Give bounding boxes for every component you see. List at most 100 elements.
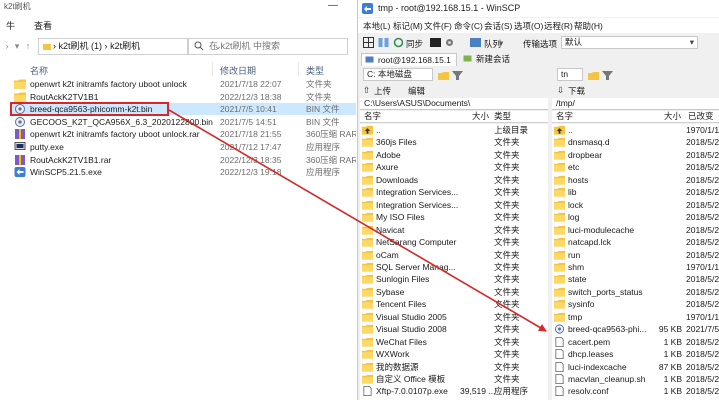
remote-file-row[interactable]: dnsmasq.d 2018/5/2 [552,136,719,149]
remote-file-row[interactable]: run 2018/5/2 [552,249,719,262]
folder-icon[interactable] [438,70,449,81]
menu-session[interactable]: 会话(S) [484,20,512,32]
chevron-down-icon[interactable]: ▾ [499,38,503,49]
menu-remote[interactable]: 远程(R) [544,20,573,32]
local-file-row[interactable]: Adobe 文件夹 [360,149,548,162]
remote-file-row[interactable]: cacert.pem 1 KB 2018/5/2 [552,336,719,349]
filter-icon[interactable] [602,70,613,81]
local-file-row[interactable]: SQL Server Manag... 文件夹 [360,261,548,274]
remote-file-row[interactable]: hosts 2018/5/2 [552,174,719,187]
remote-file-row[interactable]: log 2018/5/2 [552,211,719,224]
local-file-row[interactable]: Sunlogin Files 文件夹 [360,273,548,286]
gear-icon[interactable] [444,37,455,48]
remote-file-row[interactable]: lock 2018/5/2 [552,199,719,212]
menu-command[interactable]: 命令(C) [454,20,483,32]
remote-file-row[interactable]: shm 1970/1/1 [552,261,719,274]
tab-new-session[interactable]: 新建会话 [460,53,530,66]
grid-view-icon[interactable] [363,37,374,48]
local-file-row[interactable]: 我的数据源 文件夹 [360,361,548,374]
remote-file-row[interactable]: .. 1970/1/1 [552,124,719,137]
upload-icon[interactable]: ⇧ [363,85,370,96]
local-file-row[interactable]: oCam 文件夹 [360,249,548,262]
remote-col-date[interactable]: 已改变 [688,111,714,122]
sync-icon[interactable] [393,37,404,48]
breadcrumb-k2t-1[interactable]: k2t刷机 (1) [59,41,103,51]
menu-local[interactable]: 本地(L) [363,20,390,32]
local-file-row[interactable]: Integration Services... 文件夹 [360,199,548,212]
local-file-row[interactable]: Xftp-7.0.0107p.exe 39,519 ... 应用程序 [360,385,548,398]
sync-label[interactable]: 同步 [406,38,423,50]
remote-file-row[interactable]: natcapd.lck 2018/5/2 [552,236,719,249]
up-arrow-icon[interactable]: ↑ [23,39,33,53]
tab-session[interactable]: root@192.168.15.1 [361,53,457,66]
menu-view[interactable]: 查看 [34,19,52,32]
menu-file[interactable]: 文件(F) [424,20,452,32]
local-file-row[interactable]: .. 上级目录 [360,124,548,137]
column-date[interactable]: 修改日期 [220,64,256,77]
edit-button[interactable]: 编辑 [408,85,425,97]
transfer-settings-dropdown[interactable]: 默认 ▾ [561,36,698,49]
remote-file-row[interactable]: dhcp.leases 1 KB 2018/5/2 [552,348,719,361]
menu-help[interactable]: 帮助(H) [574,20,603,32]
file-row[interactable]: GECOOS_K2T_QCA956X_6.3_2020122800.bin 202… [12,116,356,128]
remote-path-bar[interactable]: /tmp/ [552,98,719,110]
remote-file-row[interactable]: tmp 1970/1/1 [552,311,719,324]
local-drive-dropdown[interactable]: C: 本地磁盘 [363,68,433,81]
file-row[interactable]: RoutAckK2TV1B1.rar 2022/12/3 18:35 360压缩 R… [12,154,356,166]
file-row[interactable]: RoutAckK2TV1B1 2022/12/3 18:38 文件夹 [12,91,356,103]
remote-file-row[interactable]: state 2018/5/2 [552,273,719,286]
compare-icon[interactable] [378,37,389,48]
local-file-row[interactable]: Navicat 文件夹 [360,224,548,237]
local-col-type[interactable]: 类型 [494,111,511,122]
local-file-row[interactable]: 360js Files 文件夹 [360,136,548,149]
remote-file-row[interactable]: lib 2018/5/2 [552,186,719,199]
remote-file-row[interactable]: resolv.conf 1 KB 2018/5/2 [552,385,719,398]
menu-file[interactable]: 牛 [6,19,15,32]
upload-button[interactable]: 上传 [374,85,391,97]
local-file-row[interactable]: NetSarang Computer 文件夹 [360,236,548,249]
local-col-size[interactable]: 大小 [472,111,489,122]
filter-icon[interactable] [452,70,463,81]
remote-col-name[interactable]: 名字 [556,111,573,122]
local-file-row[interactable]: Sybase 文件夹 [360,286,548,299]
breadcrumb-k2t[interactable]: k2t刷机 [110,41,140,51]
remote-file-row[interactable]: macvlan_cleanup.sh 1 KB 2018/5/2 [552,373,719,386]
console-icon[interactable] [430,37,441,48]
remote-dir-dropdown[interactable]: tn [557,68,583,81]
local-file-row[interactable]: Integration Services... 文件夹 [360,186,548,199]
download-icon[interactable]: ⇩ [557,85,564,96]
remote-col-size[interactable]: 大小 [664,111,681,122]
local-file-row[interactable]: My ISO Files 文件夹 [360,211,548,224]
remote-file-row[interactable]: luci-modulecache 2018/5/2 [552,224,719,237]
local-path-bar[interactable]: C:\Users\ASUS\Documents\ [360,98,548,110]
search-input[interactable]: 在 k2t刷机 中搜索 [188,38,348,55]
address-bar[interactable]: › k2t刷机 (1) › k2t刷机 ⌄ [38,38,222,55]
forward-icon[interactable]: › [2,39,12,53]
minimize-button[interactable]: — [318,0,348,14]
local-file-row[interactable]: Downloads 文件夹 [360,174,548,187]
queue-icon[interactable] [470,37,481,48]
remote-file-row[interactable]: etc 2018/5/2 [552,161,719,174]
file-row[interactable]: putty.exe 2021/7/12 17:47 应用程序 [12,141,356,153]
menu-mark[interactable]: 标记(M) [393,20,423,32]
remote-file-row[interactable]: dropbear 2018/5/2 [552,149,719,162]
local-file-row[interactable]: WXWork 文件夹 [360,348,548,361]
local-file-row[interactable]: Visual Studio 2008 文件夹 [360,323,548,336]
dropdown-icon[interactable]: ▾ [12,39,22,53]
column-type[interactable]: 类型 [306,64,324,77]
download-button[interactable]: 下载 [568,85,585,97]
folder-icon[interactable] [588,70,599,81]
remote-file-row[interactable]: sysinfo 2018/5/2 [552,298,719,311]
file-row[interactable]: openwrt k2t initramfs factory uboot unlo… [12,128,356,140]
file-row[interactable]: openwrt k2t initramfs factory uboot unlo… [12,78,356,90]
remote-file-row[interactable]: switch_ports_status 2018/5/2 [552,286,719,299]
local-file-row[interactable]: 自定义 Office 模板 文件夹 [360,373,548,386]
remote-file-row[interactable]: breed-qca9563-phi... 95 KB 2021/7/5 [552,323,719,336]
file-row[interactable]: WinSCP5.21.5.exe 2022/12/3 19:18 应用程序 [12,166,356,178]
remote-file-row[interactable]: luci-indexcache 87 KB 2018/5/2 [552,361,719,374]
local-file-row[interactable]: Tencent Files 文件夹 [360,298,548,311]
column-name[interactable]: 名称 [30,64,48,77]
local-file-row[interactable]: Axure 文件夹 [360,161,548,174]
local-file-row[interactable]: WeChat Files 文件夹 [360,336,548,349]
local-file-row[interactable]: Visual Studio 2005 文件夹 [360,311,548,324]
